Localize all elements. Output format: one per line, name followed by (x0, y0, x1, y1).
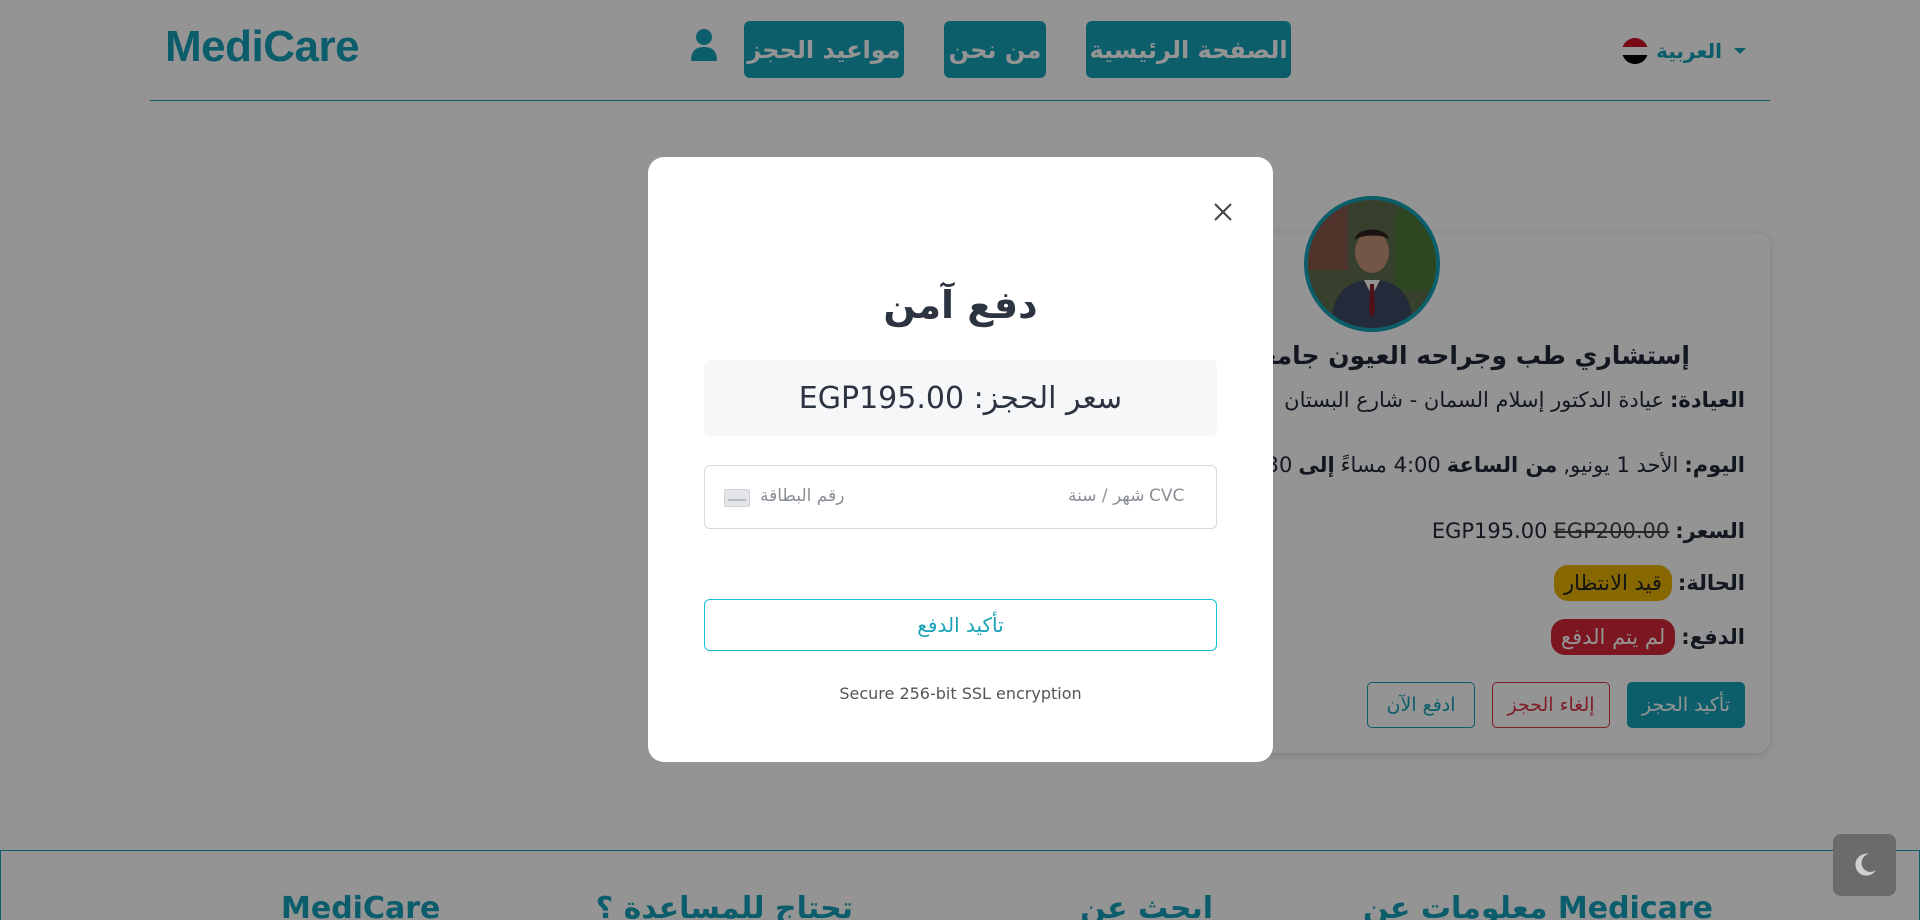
expiry-field[interactable]: شهر / سنة (1068, 486, 1144, 506)
moon-icon (1854, 853, 1876, 876)
card-details-input[interactable]: رقم البطاقة شهر / سنة CVC (704, 465, 1217, 529)
dark-mode-toggle[interactable] (1833, 834, 1896, 896)
cvc-field[interactable]: CVC (1149, 486, 1184, 506)
close-icon[interactable] (1208, 197, 1238, 227)
modal-title: دفع آمن (883, 283, 1038, 327)
confirm-payment-button[interactable]: تأكيد الدفع (704, 599, 1217, 651)
ssl-encryption-note: Secure 256-bit SSL encryption (839, 684, 1082, 703)
booking-price: EGP195.00 :سعر الحجز (704, 360, 1217, 436)
secure-payment-modal: دفع آمن EGP195.00 :سعر الحجز رقم البطاقة… (648, 157, 1273, 762)
credit-card-icon (724, 489, 750, 507)
card-number-field[interactable]: رقم البطاقة (760, 486, 844, 506)
